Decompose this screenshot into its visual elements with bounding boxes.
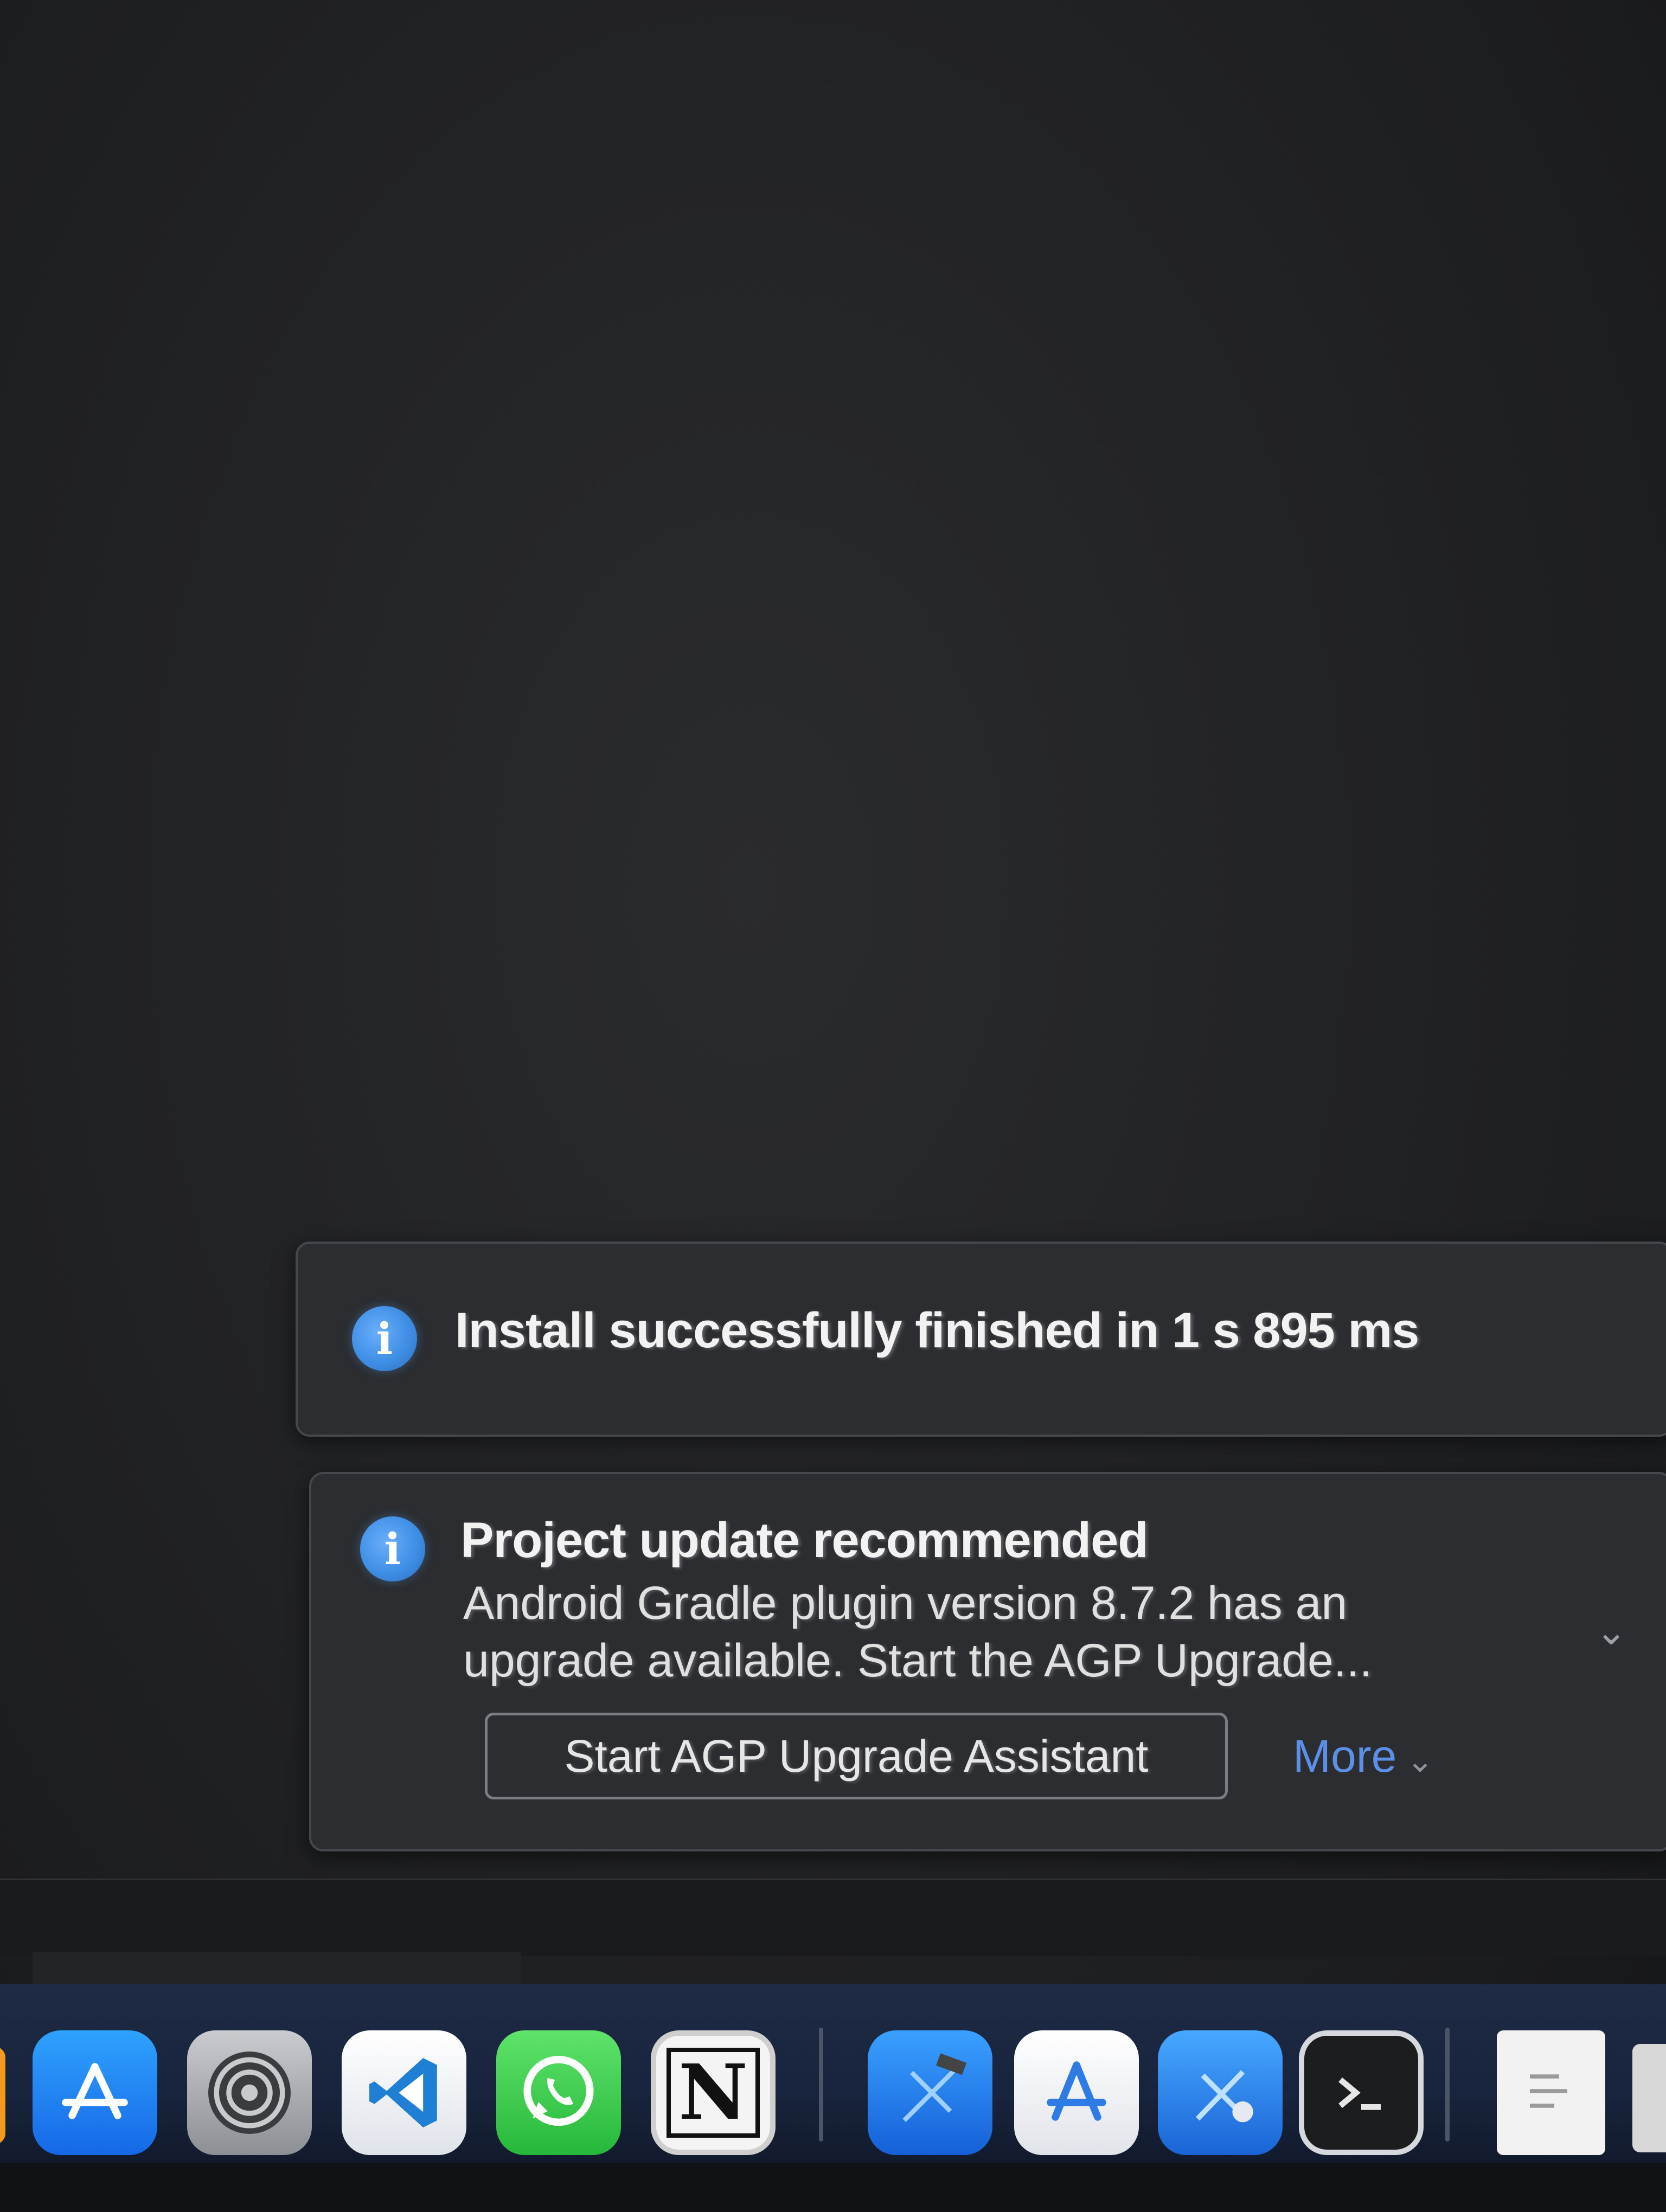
notion-icon[interactable]: N bbox=[651, 2030, 776, 2155]
notification-project-update[interactable]: i Project update recommended Android Gra… bbox=[309, 1472, 1666, 1851]
vscode-icon[interactable] bbox=[342, 2030, 466, 2155]
more-dropdown-link[interactable]: More ⌄ bbox=[1293, 1721, 1434, 1796]
whatsapp-glyph bbox=[523, 2056, 594, 2126]
terminal-icon[interactable] bbox=[1299, 2030, 1424, 2155]
expand-chevron-icon[interactable]: ⌄ bbox=[1590, 1610, 1633, 1653]
notification-body: Android Gradle plugin version 8.7.2 has … bbox=[463, 1574, 1494, 1689]
screen: i Install successfully finished in 1 s 8… bbox=[0, 0, 1666, 2212]
instruments-icon[interactable] bbox=[1014, 2030, 1139, 2155]
ide-status-bar bbox=[0, 1879, 1666, 1956]
notification-body-line: upgrade available. Start the AGP Upgrade… bbox=[463, 1635, 1373, 1687]
instruments-glyph bbox=[1047, 2061, 1106, 2121]
app-store-glyph bbox=[62, 2063, 128, 2119]
more-link-label: More bbox=[1293, 1731, 1397, 1782]
whatsapp-icon[interactable] bbox=[496, 2030, 621, 2155]
terminal-prompt-icon bbox=[1338, 2077, 1381, 2110]
simulator-icon[interactable] bbox=[1158, 2030, 1283, 2155]
notification-title: Install successfully finished in 1 s 895… bbox=[455, 1303, 1419, 1358]
notification-body-line: Android Gradle plugin version 8.7.2 has … bbox=[463, 1577, 1348, 1629]
app-store-icon[interactable] bbox=[33, 2030, 157, 2155]
vscode-glyph bbox=[369, 2058, 437, 2127]
chevron-down-icon: ⌄ bbox=[1406, 1742, 1434, 1779]
simulator-glyph bbox=[1195, 2070, 1253, 2123]
dock-separator bbox=[819, 2028, 823, 2142]
settings-gear-icon[interactable] bbox=[187, 2030, 312, 2155]
dock-separator bbox=[1445, 2028, 1450, 2142]
notification-install-finished[interactable]: i Install successfully finished in 1 s 8… bbox=[296, 1242, 1666, 1437]
gear-glyph bbox=[208, 2052, 291, 2134]
hammer-icon bbox=[902, 2053, 967, 2123]
xcode-icon[interactable] bbox=[868, 2030, 992, 2155]
notification-title: Project update recommended bbox=[460, 1513, 1148, 1568]
start-agp-upgrade-assistant-button[interactable]: Start AGP Upgrade Assistant bbox=[485, 1713, 1228, 1799]
partial-app-icon[interactable] bbox=[0, 2047, 5, 2144]
notion-glyph: N bbox=[667, 2048, 760, 2138]
info-icon: i bbox=[352, 1306, 417, 1371]
screen-bezel bbox=[0, 2163, 1666, 2212]
info-icon: i bbox=[360, 1516, 425, 1581]
notes-icon[interactable] bbox=[1497, 2030, 1605, 2155]
partial-app-icon[interactable] bbox=[1632, 2044, 1666, 2152]
document-glyph bbox=[1530, 2074, 1567, 2108]
